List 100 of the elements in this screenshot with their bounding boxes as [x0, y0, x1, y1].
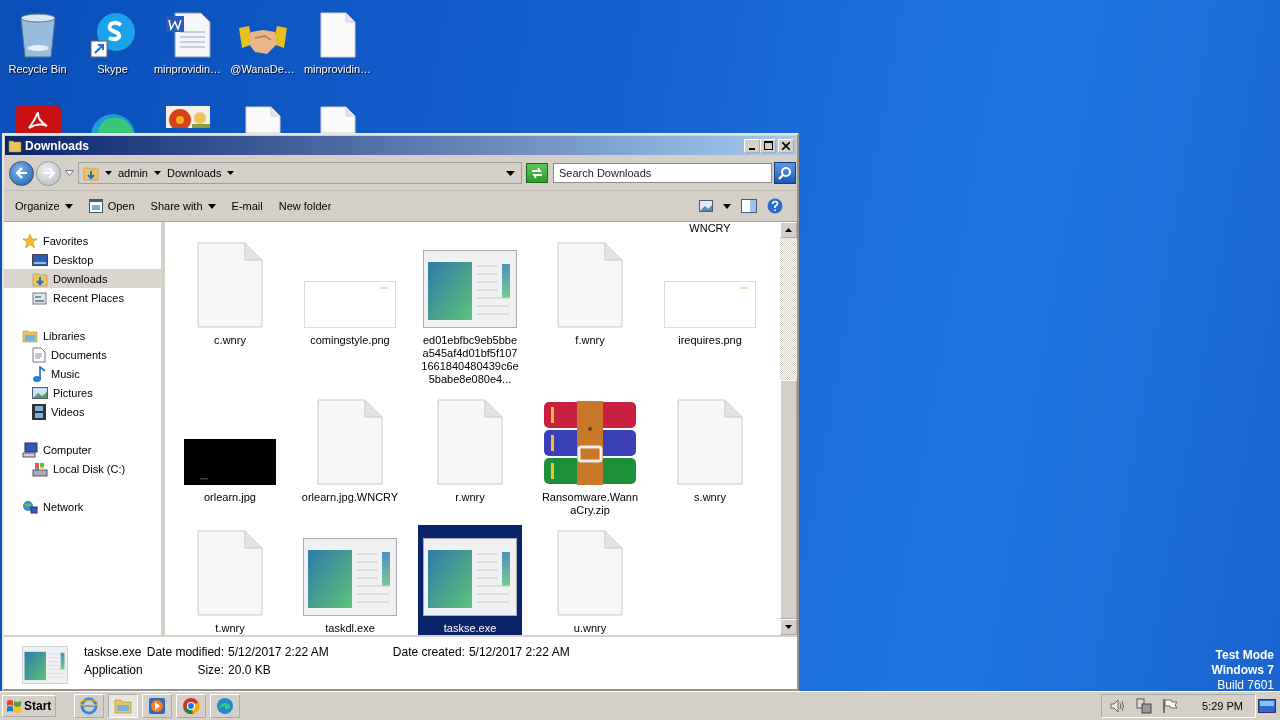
toolbar-button[interactable]: New folder	[272, 197, 338, 215]
back-arrow-icon	[15, 167, 28, 179]
caret-icon[interactable]	[227, 171, 235, 175]
desktop-icon-label[interactable]: Recycle Bin	[8, 63, 67, 75]
close-button[interactable]	[778, 138, 794, 153]
word-document-icon	[164, 12, 211, 58]
file-item[interactable]: comingstyle.png	[298, 237, 402, 390]
show-desktop-button[interactable]	[1256, 699, 1278, 713]
taskbar-app-button[interactable]	[176, 694, 207, 718]
navigation-item[interactable]: Network	[4, 497, 161, 516]
file-item[interactable]: taskdl.exe	[298, 525, 402, 635]
music-note-icon	[32, 365, 46, 382]
toolbar-button[interactable]: E-mail	[225, 197, 269, 215]
file-item[interactable]: irequires.png	[658, 237, 762, 390]
refresh-button[interactable]	[526, 163, 548, 183]
minimize-button[interactable]	[744, 138, 760, 153]
taskbar-app-button[interactable]	[74, 694, 105, 718]
edge-icon	[216, 697, 235, 715]
document-icon	[557, 242, 623, 328]
navigation-item[interactable]: Downloads	[4, 269, 161, 288]
desktop-icon-label[interactable]: minprovidin…	[153, 63, 222, 75]
disk-drive-icon	[32, 460, 48, 477]
network-icon[interactable]	[1136, 698, 1153, 714]
down-arrow-icon	[785, 625, 792, 629]
property-value: 5/12/2017 2:22 AM	[228, 646, 329, 659]
address-field[interactable]: admin Downloads	[78, 162, 522, 184]
skype-icon	[89, 12, 136, 58]
media-player-icon	[148, 697, 167, 715]
back-button[interactable]	[9, 160, 34, 186]
download-folder-icon	[32, 270, 48, 287]
file-item[interactable]: t.wnry	[178, 525, 282, 635]
help-button[interactable]	[765, 196, 785, 216]
search-button[interactable]	[774, 162, 796, 184]
application-window-icon	[303, 538, 397, 616]
network-icon	[22, 498, 38, 515]
caret-icon[interactable]	[105, 171, 112, 175]
file-item[interactable]: orlearn.jpg	[178, 394, 282, 521]
navigation-item[interactable]: Pictures	[4, 383, 161, 402]
property-value: 5/12/2017 2:22 AM	[468, 646, 570, 659]
archive-books-icon	[543, 401, 637, 485]
taskbar-app-button[interactable]	[142, 694, 173, 718]
desktop-icon-label[interactable]: @WanaDe…	[230, 63, 295, 75]
file-type: Application	[84, 664, 143, 677]
desktop-icon-label[interactable]: minprovidin…	[303, 63, 372, 75]
preview-pane-button[interactable]	[739, 197, 759, 215]
pdf-icon	[14, 106, 61, 136]
view-options-icon	[699, 200, 713, 212]
desktop-icon-label[interactable]: Skype	[97, 63, 128, 75]
library-folder-icon	[22, 327, 38, 344]
navigation-item[interactable]: Computer	[4, 440, 161, 459]
document-icon	[437, 399, 503, 485]
open-window-icon	[88, 199, 103, 213]
file-item[interactable]: u.wnry	[538, 525, 642, 635]
view-dropdown-button[interactable]	[721, 201, 733, 211]
breadcrumb[interactable]: admin	[118, 167, 148, 179]
file-item[interactable]: s.wnry	[658, 394, 762, 521]
file-item[interactable]: taskse.exe	[418, 525, 522, 635]
search-field[interactable]: Search Downloads	[553, 163, 772, 183]
navigation-item[interactable]: Documents	[4, 345, 161, 364]
star-icon	[22, 232, 38, 249]
toolbar-button[interactable]: Share with	[144, 197, 222, 215]
maximize-button[interactable]	[760, 138, 776, 153]
history-caret-icon[interactable]	[65, 170, 74, 176]
document-icon	[197, 242, 263, 328]
application-window-icon	[423, 538, 517, 616]
start-button[interactable]: Start	[2, 695, 57, 717]
file-item[interactable]: ed01ebfbc9eb5bbea545af4d01bf5f1071661840480439c6e5babe8e080e4...	[418, 237, 522, 390]
speaker-icon[interactable]	[1110, 699, 1127, 713]
taskbar-app-button[interactable]	[210, 694, 241, 718]
file-item[interactable]: f.wnry	[538, 237, 642, 390]
help-icon	[767, 198, 783, 214]
view-button[interactable]	[697, 198, 715, 214]
property-label: Size:	[196, 664, 225, 677]
application-window-icon	[22, 646, 68, 684]
caret-icon[interactable]	[153, 171, 161, 175]
navigation-item[interactable]: Favorites	[4, 231, 161, 250]
folder-icon	[114, 698, 133, 714]
toolbar-button[interactable]: Open	[82, 196, 141, 216]
file-item[interactable]: r.wnry	[418, 394, 522, 521]
download-folder-icon	[83, 165, 99, 181]
navigation-item[interactable]: Recent Places	[4, 288, 161, 307]
navigation-item[interactable]: Desktop	[4, 250, 161, 269]
system-watermark-text: Test Mode	[1215, 648, 1274, 663]
navigation-item[interactable]: Music	[4, 364, 161, 383]
maximize-icon	[763, 141, 773, 150]
flag-icon[interactable]	[1162, 698, 1179, 714]
navigation-item[interactable]: Libraries	[4, 326, 161, 345]
file-name: taskse.exe	[84, 646, 143, 659]
scrollbar[interactable]	[780, 222, 797, 635]
file-item[interactable]: c.wnry	[178, 237, 282, 390]
property-value: 20.0 KB	[228, 664, 272, 677]
file-item[interactable]: Ransomware.WannaCry.zip	[538, 394, 642, 521]
navigation-item[interactable]: Local Disk (C:)	[4, 459, 161, 478]
breadcrumb[interactable]: Downloads	[166, 167, 222, 179]
navigation-item[interactable]: Videos	[4, 402, 161, 421]
windows-logo-icon	[6, 698, 22, 714]
file-item[interactable]: orlearn.jpg.WNCRY	[298, 394, 402, 521]
clock-time[interactable]: 5:29 PM	[1202, 700, 1243, 712]
dropdown-caret-icon[interactable]	[506, 170, 515, 176]
toolbar-button[interactable]: Organize	[9, 197, 79, 215]
